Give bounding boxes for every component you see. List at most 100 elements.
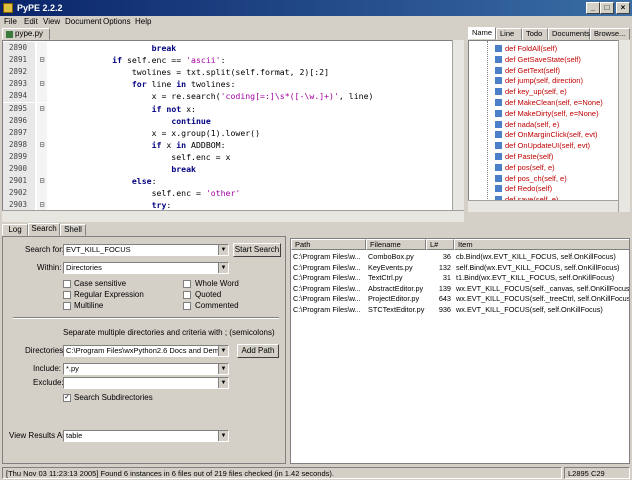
search-subdirectories-checkbox[interactable]: ✓: [63, 394, 71, 402]
code-editor[interactable]: 2890 break 2891 ⊟ if self.enc == 'ascii': 2…: [2, 40, 464, 222]
cell-line[interactable]: 132: [426, 263, 454, 273]
code-line[interactable]: 2899 self.enc = x: [3, 150, 458, 163]
code-line[interactable]: 2891 ⊟ if self.enc == 'ascii':: [3, 54, 458, 67]
menu-view[interactable]: View: [43, 16, 60, 28]
regex-checkbox[interactable]: [63, 291, 71, 299]
cell-line[interactable]: 31: [426, 273, 454, 283]
cell-path[interactable]: C:\Program Files\w...: [291, 305, 366, 315]
start-search-button[interactable]: Start Search: [233, 243, 281, 257]
cell-item[interactable]: t1.Bind(wx.EVT_KILL_FOCUS, self.OnKillFo…: [454, 273, 629, 283]
tree-vertical-scrollbar[interactable]: [618, 40, 630, 212]
cell-item[interactable]: self.Bind(wx.EVT_KILL_FOCUS, self.OnKill…: [454, 263, 629, 273]
code-line[interactable]: 2898 ⊟ if x in ADDBOM:: [3, 138, 458, 151]
cell-line[interactable]: 36: [426, 252, 454, 262]
search-for-input[interactable]: EVT_KILL_FOCUS ▼: [63, 244, 229, 256]
chevron-down-icon[interactable]: ▼: [218, 245, 228, 255]
cell-item[interactable]: cb.Bind(wx.EVT_KILL_FOCUS, self.OnKillFo…: [454, 252, 629, 262]
tab-log[interactable]: Log: [2, 224, 28, 236]
fold-marker-icon[interactable]: [37, 150, 47, 163]
cell-path[interactable]: C:\Program Files\w...: [291, 252, 366, 262]
results-table[interactable]: Path Filename L# Item C:\Program Files\w…: [290, 238, 630, 464]
maximize-button[interactable]: □: [600, 2, 614, 14]
fold-marker-icon[interactable]: [37, 187, 47, 200]
cell-path[interactable]: C:\Program Files\w...: [291, 284, 366, 294]
fold-marker-icon[interactable]: [37, 114, 47, 127]
cell-item[interactable]: wx.EVT_KILL_FOCUS(self._treeCtrl, self.O…: [454, 294, 629, 304]
code-line[interactable]: 2890 break: [3, 42, 458, 54]
function-tree[interactable]: def FoldAll(self) def GetSaveState(self) d…: [468, 40, 630, 212]
editor-vertical-scrollbar[interactable]: [452, 40, 464, 210]
fold-marker-icon[interactable]: [37, 90, 47, 103]
within-select[interactable]: Directories ▼: [63, 262, 229, 274]
col-header-filename[interactable]: Filename: [366, 239, 426, 250]
cell-filename[interactable]: KeyEvents.py: [366, 263, 426, 273]
chevron-down-icon[interactable]: ▼: [218, 378, 228, 388]
col-header-item[interactable]: Item: [454, 239, 629, 250]
tab-name[interactable]: Name: [468, 27, 496, 40]
menu-options[interactable]: Options: [103, 16, 131, 28]
fold-marker-icon[interactable]: [37, 42, 47, 54]
close-button[interactable]: ×: [616, 2, 630, 14]
cell-filename[interactable]: AbstractEditor.py: [366, 284, 426, 294]
cell-item[interactable]: wx.EVT_KILL_FOCUS(self._canvas, self.OnK…: [454, 284, 629, 294]
code-line[interactable]: 2892 twolines = txt.split(self.format, 2…: [3, 66, 458, 79]
cell-line[interactable]: 643: [426, 294, 454, 304]
cell-filename[interactable]: ProjectEditor.py: [366, 294, 426, 304]
fold-marker-icon[interactable]: [37, 66, 47, 79]
code-line[interactable]: 2896 continue: [3, 114, 458, 127]
fold-marker-icon[interactable]: ⊟: [37, 102, 47, 115]
cell-item[interactable]: wx.EVT_KILL_FOCUS(self, self.OnKillFocus…: [454, 305, 629, 315]
include-input[interactable]: *.py ▼: [63, 363, 229, 375]
cell-path[interactable]: C:\Program Files\w...: [291, 273, 366, 283]
case-sensitive-checkbox[interactable]: [63, 280, 71, 288]
multiline-checkbox[interactable]: [63, 302, 71, 310]
cell-filename[interactable]: ComboBox.py: [366, 252, 426, 262]
tree-horizontal-scrollbar[interactable]: [468, 200, 618, 212]
directories-input[interactable]: C:\Program Files\wxPython2.6 Docs and De…: [63, 345, 229, 357]
editor-horizontal-scrollbar[interactable]: [2, 210, 464, 222]
cell-line[interactable]: 936: [426, 305, 454, 315]
code-line[interactable]: 2897 x = x.group(1).lower(): [3, 126, 458, 139]
code-line[interactable]: 2893 ⊟ for line in twolines:: [3, 78, 458, 91]
code-line[interactable]: 2894 x = re.search('coding[=:]\s*([-\w.]…: [3, 90, 458, 103]
menu-document[interactable]: Document: [65, 16, 101, 28]
col-header-line[interactable]: L#: [426, 239, 454, 250]
minimize-button[interactable]: _: [586, 2, 600, 14]
fold-marker-icon[interactable]: ⊟: [37, 54, 47, 67]
cell-filename[interactable]: STCTextEditor.py: [366, 305, 426, 315]
chevron-down-icon[interactable]: ▼: [218, 346, 228, 356]
cell-filename[interactable]: TextCtrl.py: [366, 273, 426, 283]
chevron-down-icon[interactable]: ▼: [218, 431, 228, 441]
menu-file[interactable]: File: [4, 16, 17, 28]
cell-path[interactable]: C:\Program Files\w...: [291, 294, 366, 304]
tab-documents[interactable]: Documents: [548, 28, 590, 40]
exclude-input[interactable]: ▼: [63, 377, 229, 389]
tab-search[interactable]: Search: [28, 223, 60, 236]
cell-line[interactable]: 139: [426, 284, 454, 294]
add-path-button[interactable]: Add Path: [237, 344, 279, 358]
tab-line[interactable]: Line: [496, 28, 522, 40]
tab-browse[interactable]: Browse...: [590, 28, 630, 40]
whole-word-checkbox[interactable]: [183, 280, 191, 288]
menu-help[interactable]: Help: [135, 16, 151, 28]
code-line[interactable]: 2901 ⊟ else:: [3, 175, 458, 188]
fold-marker-icon[interactable]: [37, 163, 47, 175]
col-header-path[interactable]: Path: [291, 239, 366, 250]
chevron-down-icon[interactable]: ▼: [218, 364, 228, 374]
fold-marker-icon[interactable]: ⊟: [37, 175, 47, 188]
file-tab[interactable]: pype.py: [2, 28, 50, 40]
tab-shell[interactable]: Shell: [60, 224, 86, 236]
code-line[interactable]: 2902 self.enc = 'other': [3, 187, 458, 200]
tab-todo[interactable]: Todo: [522, 28, 548, 40]
code-line[interactable]: 2900 break: [3, 163, 458, 175]
commented-checkbox[interactable]: [183, 302, 191, 310]
fold-marker-icon[interactable]: ⊟: [37, 138, 47, 151]
fold-marker-icon[interactable]: [37, 126, 47, 139]
view-results-select[interactable]: table ▼: [63, 430, 229, 442]
fold-marker-icon[interactable]: ⊟: [37, 78, 47, 91]
cell-path[interactable]: C:\Program Files\w...: [291, 263, 366, 273]
quoted-checkbox[interactable]: [183, 291, 191, 299]
code-line[interactable]: 2895 ⊟ if not x:: [3, 102, 458, 115]
menu-edit[interactable]: Edit: [24, 16, 38, 28]
chevron-down-icon[interactable]: ▼: [218, 263, 228, 273]
